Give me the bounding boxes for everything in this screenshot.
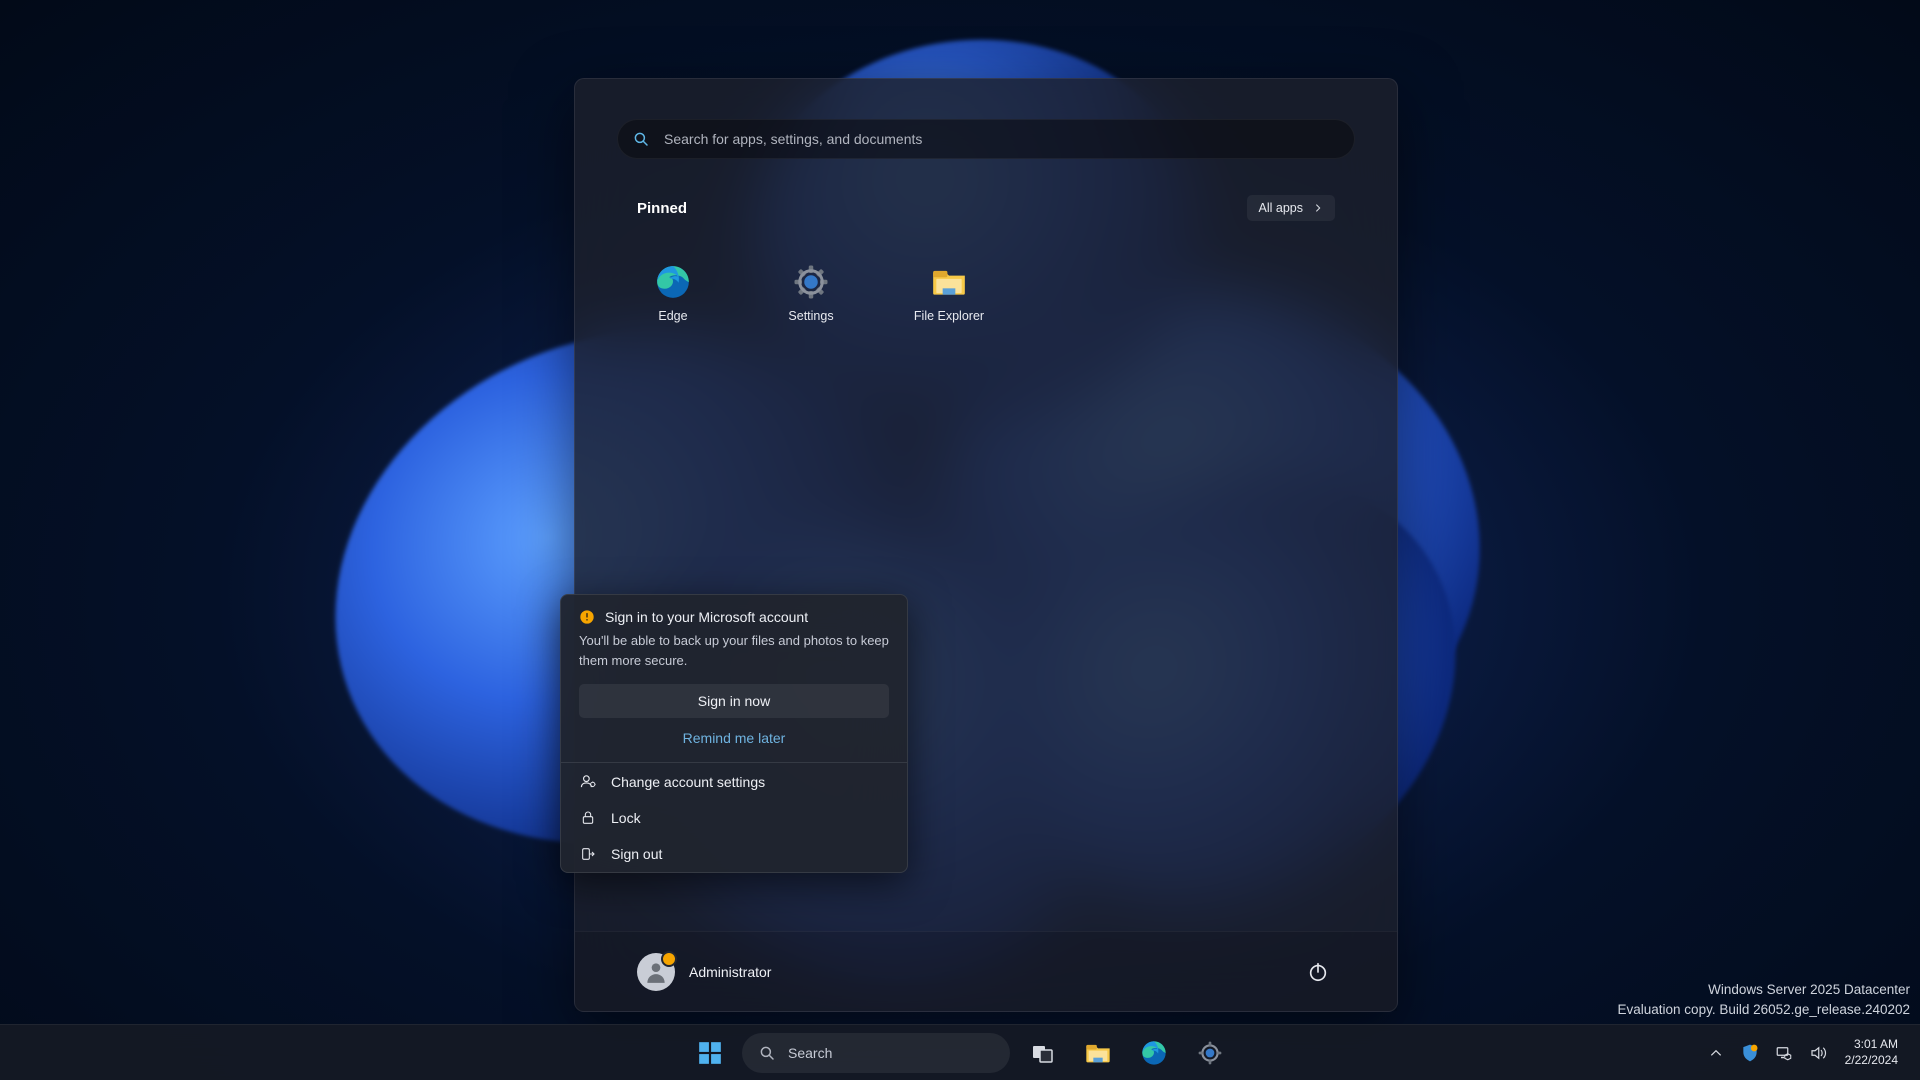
app-label: File Explorer [914, 309, 984, 323]
user-account-button[interactable]: Administrator [637, 953, 771, 991]
pinned-app-settings[interactable]: Settings [759, 247, 863, 339]
taskbar-edge[interactable] [1130, 1029, 1178, 1077]
file-explorer-icon [930, 263, 968, 301]
start-button[interactable] [686, 1029, 734, 1077]
remind-later-link[interactable]: Remind me later [579, 718, 889, 752]
tray-date-label: 2/22/2024 [1845, 1053, 1898, 1069]
tray-network-icon[interactable] [1769, 1033, 1799, 1073]
system-tray: 3:01 AM 2/22/2024 [1701, 1033, 1906, 1073]
app-label: Edge [658, 309, 687, 323]
edge-icon [654, 263, 692, 301]
taskbar: Search [0, 1024, 1920, 1080]
start-search-input[interactable] [664, 131, 1340, 147]
flyout-item-label: Sign out [611, 846, 662, 862]
pinned-heading: Pinned [637, 200, 687, 217]
pinned-app-edge[interactable]: Edge [621, 247, 725, 339]
all-apps-button[interactable]: All apps [1247, 195, 1335, 221]
watermark-line1: Windows Server 2025 Datacenter [1618, 980, 1910, 1000]
sign-out-icon [579, 846, 597, 862]
flyout-item-label: Lock [611, 810, 641, 826]
taskbar-search[interactable]: Search [742, 1033, 1010, 1073]
lock-icon [579, 810, 597, 826]
sign-in-now-button[interactable]: Sign in now [579, 684, 889, 718]
tray-clock[interactable]: 3:01 AM 2/22/2024 [1837, 1037, 1906, 1068]
flyout-title: Sign in to your Microsoft account [605, 609, 808, 625]
flyout-item-label: Change account settings [611, 774, 765, 790]
taskbar-settings[interactable] [1186, 1029, 1234, 1077]
desktop-watermark: Windows Server 2025 Datacenter Evaluatio… [1618, 980, 1910, 1021]
start-footer: Administrator [575, 931, 1397, 1011]
warning-icon [579, 609, 595, 625]
account-settings-icon [579, 773, 597, 790]
user-avatar [637, 953, 675, 991]
taskbar-search-label: Search [788, 1045, 832, 1061]
search-icon [758, 1044, 776, 1062]
power-button[interactable] [1301, 955, 1335, 989]
change-account-settings-item[interactable]: Change account settings [561, 763, 907, 800]
chevron-right-icon [1313, 203, 1323, 213]
tray-time-label: 3:01 AM [1845, 1037, 1898, 1053]
pinned-apps-grid: Edge Settings Fi [617, 247, 1355, 339]
search-icon [632, 130, 650, 148]
settings-icon [792, 263, 830, 301]
settings-icon [1197, 1040, 1223, 1066]
power-icon [1307, 961, 1329, 983]
windows-icon [697, 1040, 723, 1066]
start-search-box[interactable] [617, 119, 1355, 159]
user-name-label: Administrator [689, 964, 771, 980]
tray-volume-icon[interactable] [1803, 1033, 1833, 1073]
sign-out-item[interactable]: Sign out [561, 836, 907, 872]
file-explorer-icon [1084, 1039, 1112, 1067]
app-label: Settings [788, 309, 833, 323]
tray-overflow-button[interactable] [1701, 1033, 1731, 1073]
flyout-body: You'll be able to back up your files and… [579, 631, 889, 670]
all-apps-label: All apps [1259, 201, 1303, 215]
taskbar-file-explorer[interactable] [1074, 1029, 1122, 1077]
task-view-icon [1030, 1041, 1054, 1065]
task-view-button[interactable] [1018, 1029, 1066, 1077]
account-flyout: Sign in to your Microsoft account You'll… [560, 594, 908, 873]
watermark-line2: Evaluation copy. Build 26052.ge_release.… [1618, 1000, 1910, 1020]
chevron-up-icon [1709, 1046, 1723, 1060]
pinned-app-file-explorer[interactable]: File Explorer [897, 247, 1001, 339]
tray-security-icon[interactable] [1735, 1033, 1765, 1073]
lock-item[interactable]: Lock [561, 800, 907, 836]
edge-icon [1140, 1039, 1168, 1067]
